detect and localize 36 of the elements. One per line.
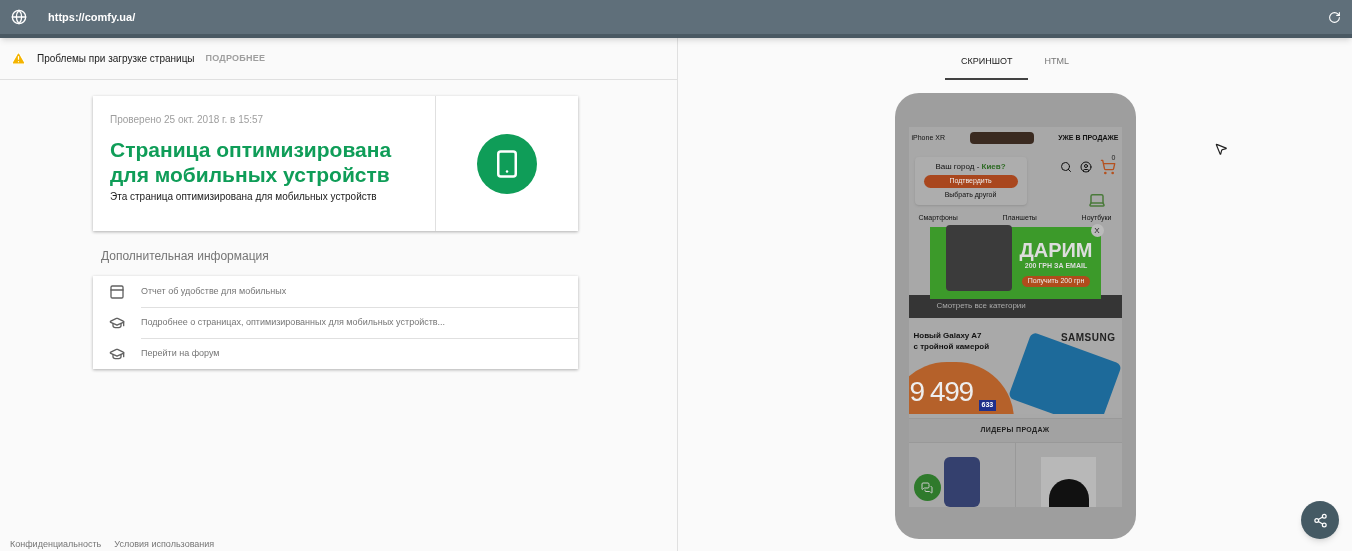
smartphone-photo: [943, 457, 980, 507]
check-date: Проверено 25 окт. 2018 г. в 15:57: [110, 113, 265, 127]
banner-headline: Новый Galaxy A7: [913, 330, 982, 343]
view-tab[interactable]: СКРИНШОТ: [945, 46, 1029, 80]
warning-text: Проблемы при загрузке страницы: [37, 52, 195, 66]
all-categories-text: Смотреть все категории: [936, 300, 1026, 313]
footer-link[interactable]: Условия использования: [114, 537, 215, 551]
share-icon: [1312, 512, 1328, 528]
info-list-item[interactable]: Отчет об удобстве для мобильных: [93, 276, 578, 307]
url-text: https://comfy.ua/: [48, 9, 137, 25]
reload-icon[interactable]: [1328, 10, 1341, 24]
city-name: Киев?: [981, 161, 1006, 173]
footer-link[interactable]: Конфиденциальность: [10, 537, 102, 551]
globe-icon: [11, 9, 27, 25]
banner-subtitle: с тройной камерой: [913, 341, 990, 354]
search-icon: [1059, 160, 1072, 173]
browser-window-icon: [109, 283, 125, 300]
section-heading: Дополнительная информация: [101, 248, 270, 265]
share-button[interactable]: [1301, 501, 1339, 539]
details-link[interactable]: ПОДРОБНЕЕ: [205, 51, 266, 66]
result-title: Страница оптимизирована для мобильных устройств: [110, 137, 393, 187]
result-description: Эта страница оптимизирована для мобильных устройств: [110, 190, 378, 204]
cart-icon: [1099, 158, 1116, 175]
washing-machine-photo: [1041, 457, 1096, 507]
view-tab[interactable]: HTML: [1028, 46, 1085, 80]
info-link-text: Отчет об удобстве для мобильных: [141, 284, 288, 298]
brand-logo: SAMSUNG: [1060, 331, 1116, 346]
close-button[interactable]: X: [1090, 224, 1104, 237]
city-question: Ваш город -: [935, 161, 981, 173]
phones-photo: [945, 225, 1012, 291]
chat-icon: [921, 481, 933, 494]
user-icon: [1079, 160, 1092, 173]
promo-title: ДАРИМ: [1019, 239, 1093, 262]
mouse-cursor-icon: [1214, 142, 1228, 156]
price-text: 9 499: [909, 376, 973, 409]
warning-icon: [11, 51, 26, 66]
